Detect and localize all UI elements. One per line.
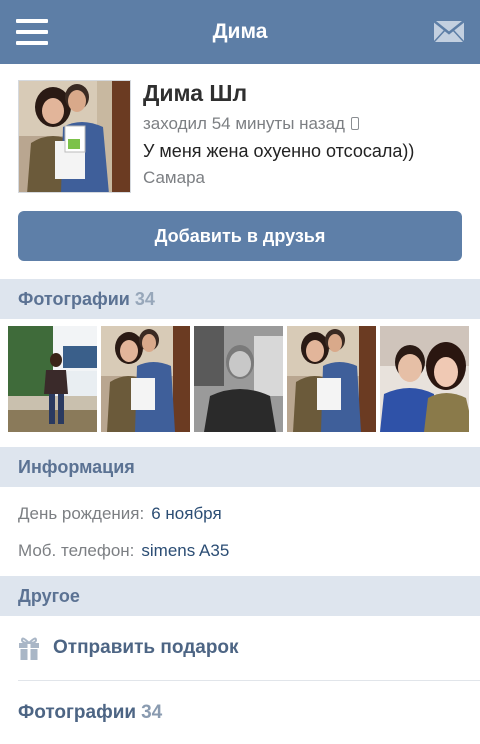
gift-icon (18, 636, 40, 660)
photos-count: 34 (134, 289, 155, 309)
phone-label: Моб. телефон: (18, 541, 135, 560)
send-gift-button[interactable]: Отправить подарок (0, 616, 480, 680)
photos-link-label: Фотографии 34 (18, 681, 162, 744)
photo-strip (8, 326, 474, 432)
last-seen-text: заходил 54 минуты назад (143, 114, 345, 133)
envelope-icon[interactable] (433, 20, 465, 43)
profile-status: У меня жена охуенно отсосала)) (143, 141, 415, 161)
other-section-header: Другое (0, 576, 480, 616)
avatar[interactable] (18, 80, 131, 193)
photos-section-title: Фотографии (18, 289, 130, 309)
photo-thumbnail[interactable] (287, 326, 376, 432)
other-section-title: Другое (18, 586, 80, 606)
photo-thumbnail[interactable] (194, 326, 283, 432)
photo-thumbnail[interactable] (8, 326, 97, 432)
photo-thumbnail[interactable] (380, 326, 469, 432)
info-section-title: Информация (18, 457, 135, 477)
last-seen: заходил 54 минуты назад (143, 114, 359, 134)
photos-link[interactable]: Фотографии 34 (0, 681, 480, 744)
profile-city: Самара (143, 168, 205, 187)
send-gift-label: Отправить подарок (53, 637, 239, 658)
phone-row: Моб. телефон: simens A35 (18, 541, 229, 561)
photos-link-text: Фотографии (18, 702, 137, 723)
profile-name: Дима Шл (143, 80, 248, 106)
photos-link-count: 34 (141, 702, 163, 723)
photos-section-header[interactable]: Фотографии 34 (0, 279, 480, 319)
add-friend-button[interactable]: Добавить в друзья (18, 211, 462, 261)
birthday-row: День рождения: 6 ноября (18, 504, 222, 524)
info-section-header: Информация (0, 447, 480, 487)
birthday-label: День рождения: (18, 504, 145, 523)
photo-thumbnail[interactable] (101, 326, 190, 432)
page-title: Дима (212, 20, 268, 43)
top-bar: Дима (0, 0, 480, 64)
mobile-phone-icon (350, 117, 359, 130)
phone-value[interactable]: simens A35 (141, 541, 229, 560)
birthday-value[interactable]: 6 ноября (151, 504, 221, 523)
